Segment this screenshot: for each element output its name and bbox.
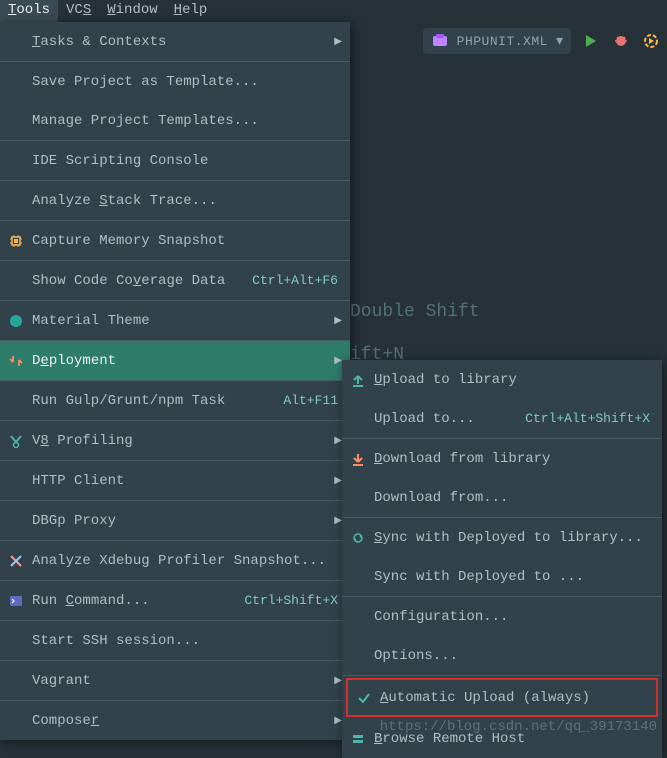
menubar: Tools VCS Window Help xyxy=(0,0,667,22)
submenu-arrow-icon: ▶ xyxy=(334,475,342,487)
menu-help[interactable]: Help xyxy=(166,0,216,22)
shortcut: Ctrl+Alt+Shift+X xyxy=(525,411,650,426)
debug-button[interactable] xyxy=(611,31,631,51)
search-everywhere-hint: Double Shift xyxy=(350,302,480,322)
v8-icon xyxy=(6,431,26,451)
menu-http-client[interactable]: HTTP Client ▶ xyxy=(0,461,350,500)
submenu-arrow-icon: ▶ xyxy=(334,715,342,727)
submenu-upload-to[interactable]: Upload to... Ctrl+Alt+Shift+X xyxy=(342,399,662,438)
submenu-upload-library[interactable]: Upload to library xyxy=(342,360,662,399)
run-button[interactable] xyxy=(581,31,601,51)
submenu-sync-library[interactable]: Sync with Deployed to library... xyxy=(342,518,662,557)
menu-stack-trace[interactable]: Analyze Stack Trace... xyxy=(0,181,350,220)
menu-gulp[interactable]: Run Gulp/Grunt/npm Task Alt+F11 xyxy=(0,381,350,420)
menu-dbgp-proxy[interactable]: DBGp Proxy ▶ xyxy=(0,501,350,540)
xdebug-icon xyxy=(6,551,26,571)
menu-v8-profiling[interactable]: V8 Profiling ▶ xyxy=(0,421,350,460)
submenu-options[interactable]: Options... xyxy=(342,636,662,675)
separator xyxy=(342,675,662,676)
menu-ide-scripting[interactable]: IDE Scripting Console xyxy=(0,141,350,180)
menu-memory-snapshot[interactable]: Capture Memory Snapshot xyxy=(0,221,350,260)
deploy-icon xyxy=(6,351,26,371)
toolbar: PHPUNIT.XML ▾ xyxy=(423,28,661,54)
deployment-submenu: Upload to library Upload to... Ctrl+Alt+… xyxy=(342,360,662,758)
shortcut: Ctrl+Shift+X xyxy=(244,593,338,608)
submenu-configuration[interactable]: Configuration... xyxy=(342,597,662,636)
menu-xdebug[interactable]: Analyze Xdebug Profiler Snapshot... xyxy=(0,541,350,580)
menu-vcs[interactable]: VCS xyxy=(58,0,99,22)
run-config-selector[interactable]: PHPUNIT.XML ▾ xyxy=(423,28,571,54)
tools-dropdown: Tasks & Contexts ▶ Save Project as Templ… xyxy=(0,22,350,740)
watermark: https://blog.csdn.net/qq_39173140 xyxy=(380,719,657,735)
theme-icon xyxy=(6,311,26,331)
submenu-download-library[interactable]: Download from library xyxy=(342,439,662,478)
menu-tasks-contexts[interactable]: Tasks & Contexts ▶ xyxy=(0,22,350,61)
submenu-download-from[interactable]: Download from... xyxy=(342,478,662,517)
shortcut: Ctrl+Alt+F6 xyxy=(252,273,338,288)
chevron-down-icon: ▾ xyxy=(556,33,563,50)
blank-icon xyxy=(6,32,26,52)
submenu-sync-deployed[interactable]: Sync with Deployed to ... xyxy=(342,557,662,596)
submenu-arrow-icon: ▶ xyxy=(334,675,342,687)
php-icon xyxy=(431,32,449,50)
submenu-arrow-icon: ▶ xyxy=(334,315,342,327)
submenu-arrow-icon: ▶ xyxy=(334,435,342,447)
menu-deployment[interactable]: Deployment ▶ xyxy=(0,341,350,380)
run-coverage-button[interactable] xyxy=(641,31,661,51)
submenu-arrow-icon: ▶ xyxy=(334,355,342,367)
menu-save-template[interactable]: Save Project as Template... xyxy=(0,62,350,101)
menu-tools[interactable]: Tools xyxy=(0,0,58,22)
menu-manage-templates[interactable]: Manage Project Templates... xyxy=(0,101,350,140)
submenu-auto-upload[interactable]: Automatic Upload (always) xyxy=(348,680,656,715)
run-config-label: PHPUNIT.XML xyxy=(457,34,548,49)
menu-composer[interactable]: Composer ▶ xyxy=(0,701,350,740)
menu-ssh[interactable]: Start SSH session... xyxy=(0,621,350,660)
submenu-arrow-icon: ▶ xyxy=(334,515,342,527)
upload-icon xyxy=(348,370,368,390)
menu-material-theme[interactable]: Material Theme ▶ xyxy=(0,301,350,340)
host-icon xyxy=(348,729,368,749)
highlight-box: Automatic Upload (always) xyxy=(346,678,658,717)
submenu-arrow-icon: ▶ xyxy=(334,36,342,48)
chip-icon xyxy=(6,231,26,251)
menu-window[interactable]: Window xyxy=(99,0,165,22)
terminal-icon xyxy=(6,591,26,611)
menu-vagrant[interactable]: Vagrant ▶ xyxy=(0,661,350,700)
menu-coverage[interactable]: Show Code Coverage Data Ctrl+Alt+F6 xyxy=(0,261,350,300)
menu-run-command[interactable]: Run Command... Ctrl+Shift+X xyxy=(0,581,350,620)
shortcut: Alt+F11 xyxy=(283,393,338,408)
download-icon xyxy=(348,449,368,469)
check-icon xyxy=(354,688,374,708)
sync-icon xyxy=(348,528,368,548)
